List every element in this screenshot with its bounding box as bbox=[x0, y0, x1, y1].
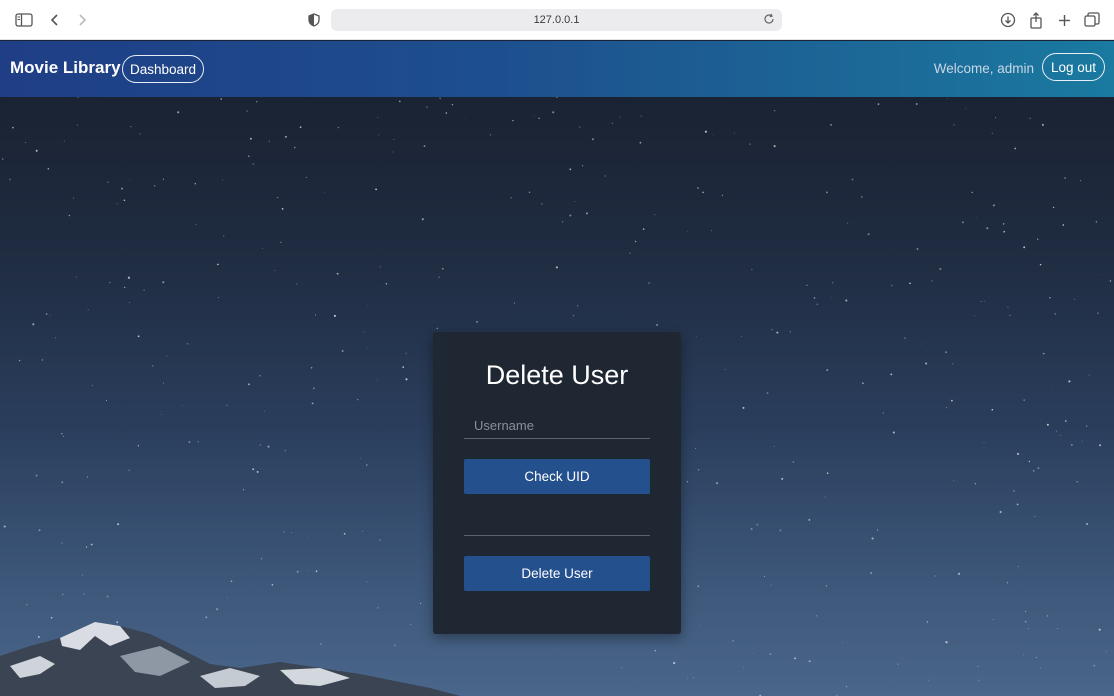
shield-icon[interactable] bbox=[304, 10, 324, 30]
brand-title[interactable]: Movie Library bbox=[10, 58, 121, 78]
app-navbar: Movie Library Dashboard Welcome, admin L… bbox=[0, 41, 1114, 97]
dashboard-button[interactable]: Dashboard bbox=[122, 55, 204, 83]
check-uid-button[interactable]: Check UID bbox=[464, 459, 650, 494]
tab-overview-icon[interactable] bbox=[1082, 10, 1102, 30]
back-icon[interactable] bbox=[45, 10, 65, 30]
reload-icon[interactable] bbox=[763, 13, 777, 27]
card-title: Delete User bbox=[485, 360, 629, 390]
delete-user-button[interactable]: Delete User bbox=[464, 556, 650, 591]
url-text: 127.0.0.1 bbox=[533, 14, 580, 26]
download-icon[interactable] bbox=[998, 10, 1018, 30]
sidebar-toggle-icon[interactable] bbox=[14, 10, 34, 30]
delete-user-card: Delete User Check UID Delete User bbox=[433, 332, 681, 634]
forward-icon[interactable] bbox=[72, 10, 92, 30]
mountain-silhouette bbox=[0, 622, 460, 696]
browser-toolbar: 127.0.0.1 bbox=[0, 0, 1114, 40]
new-tab-icon[interactable] bbox=[1054, 10, 1074, 30]
welcome-text: Welcome, admin bbox=[933, 61, 1034, 76]
uid-field[interactable] bbox=[464, 508, 650, 536]
username-input[interactable] bbox=[464, 412, 650, 439]
logout-button[interactable]: Log out bbox=[1042, 53, 1105, 81]
address-bar[interactable]: 127.0.0.1 bbox=[331, 9, 782, 31]
share-icon[interactable] bbox=[1026, 10, 1046, 30]
